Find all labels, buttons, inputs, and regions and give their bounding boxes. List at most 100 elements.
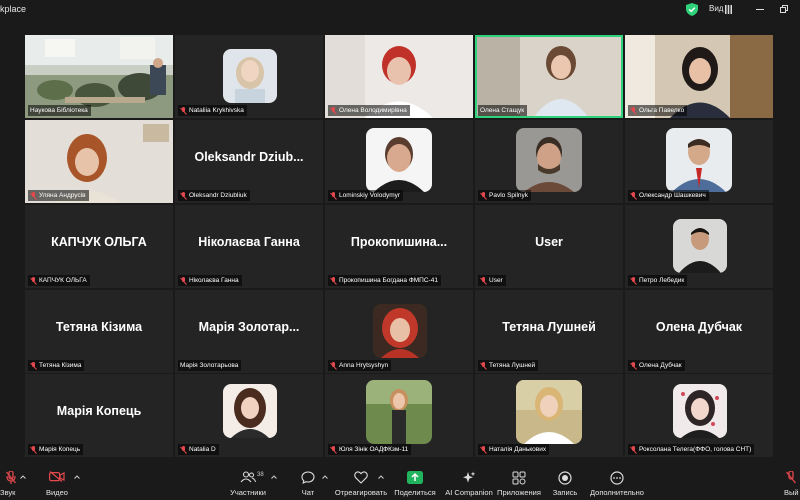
muted-mic-icon [480,191,487,200]
video-tile[interactable]: Марія Копець Марія Копець [25,374,173,457]
avatar [516,128,582,192]
meeting-toolbar: Звук Видео 38 Участники Чат Отреагироват… [0,466,800,500]
view-button[interactable]: Вид [709,4,723,13]
video-tile[interactable]: Олена Володимирівна [325,35,473,118]
audio-button[interactable]: Звук [0,466,20,500]
muted-mic-icon [330,445,337,454]
video-tile[interactable]: Lominskiy Volodymyr [325,120,473,203]
video-tile[interactable]: Наталія Данькових [475,374,623,457]
video-tile[interactable]: Наукова Бібліотека [25,35,173,118]
participants-button[interactable]: 38 Участники [225,466,271,500]
video-tile[interactable]: Pavlo Spilnyk [475,120,623,203]
video-tile[interactable]: Nataliia Krykhivska [175,35,323,118]
chat-icon [301,471,315,484]
grid-view-icon[interactable] [725,5,732,14]
avatar [516,380,582,444]
muted-mic-icon [630,191,637,200]
avatar [666,128,732,192]
muted-mic-icon [480,445,487,454]
apps-button[interactable]: Приложения [497,466,541,500]
video-button[interactable]: Видео [42,466,72,500]
muted-mic-icon [630,361,637,370]
video-tile[interactable]: Natalia D [175,374,323,457]
muted-mic-icon [30,276,37,285]
sparkle-icon [463,471,476,483]
participant-name: Тетяна Кізима [28,360,85,371]
video-tile[interactable]: Тетяна Кізима Тетяна Кізима [25,290,173,373]
video-tile[interactable]: Oleksandr Dziub... Oleksandr Dziubliuk [175,120,323,203]
video-tile[interactable]: User User [475,205,623,288]
participant-name: Pavlo Spilnyk [478,190,532,201]
muted-mic-icon [6,471,16,484]
participant-display-name: User [535,235,563,249]
video-tile[interactable]: Олександр Шашкевич [625,120,773,203]
participant-name: Тетяна Лушней [478,360,539,371]
participant-name: Олександр Шашкевич [628,190,709,201]
heart-icon [354,471,368,484]
video-tile[interactable]: Anna Hrytsyshyn [325,290,473,373]
participant-name: Наталія Данькових [478,444,550,455]
video-tile[interactable]: Олена Дубчак Олена Дубчак [625,290,773,373]
participant-name: Роксолана Телега(ФФО, голова СНТ) [628,444,755,455]
participants-count: 38 [257,472,264,478]
participant-name: Natalia D [178,444,219,455]
participant-name: Ольга Павелко [628,105,688,116]
video-tile[interactable]: Ольга Павелко [625,35,773,118]
muted-mic-icon [330,191,337,200]
avatar [673,219,727,273]
muted-mic-icon [630,445,637,454]
video-tile[interactable]: Тетяна Лушней Тетяна Лушней [475,290,623,373]
video-tile[interactable]: Петро Лебедик [625,205,773,288]
muted-mic-icon [630,106,637,115]
avatar [223,49,277,103]
apps-icon [512,471,526,485]
muted-mic-icon [330,361,337,370]
participant-display-name: Oleksandr Dziub... [194,150,304,164]
minimize-icon[interactable] [756,9,764,10]
video-tile[interactable]: Ніколаєва Ганна Ніколаєва Ганна [175,205,323,288]
participant-display-name: Марія Копець [56,404,142,418]
video-tile[interactable]: Марія Золотар... Марія Золотарьова [175,290,323,373]
muted-mic-icon [180,276,187,285]
video-tile[interactable]: Роксолана Телега(ФФО, голова СНТ) [625,374,773,457]
participant-name: Ніколаєва Ганна [178,275,242,286]
video-off-icon [49,471,65,482]
participant-name: КАПЧУК ОЛЬГА [28,275,90,286]
participant-display-name: КАПЧУК ОЛЬГА [51,235,147,249]
more-icon [610,471,624,485]
muted-mic-icon [480,361,487,370]
audio-options-chevron-icon[interactable] [20,475,26,479]
chat-options-chevron-icon[interactable] [322,475,328,479]
video-options-chevron-icon[interactable] [74,475,80,479]
muted-mic-icon [480,276,487,285]
share-screen-button[interactable]: Поделиться [393,466,437,500]
participant-name: Олена Стащук [478,105,528,116]
participant-display-name: Тетяна Лушней [502,320,596,334]
video-tile[interactable]: КАПЧУК ОЛЬГА КАПЧУК ОЛЬГА [25,205,173,288]
participants-options-chevron-icon[interactable] [271,475,277,479]
restore-icon[interactable] [780,5,788,13]
app-title: kplace [0,4,27,14]
ai-companion-button[interactable]: AI Companion [443,466,495,500]
muted-mic-icon [180,191,187,200]
muted-mic-icon [330,276,337,285]
participant-name: Марія Золотарьова [178,360,242,371]
react-button[interactable]: Отреагировать [334,466,388,500]
avatar [366,128,432,192]
video-tile-active-speaker[interactable]: Олена Стащук [475,35,623,118]
more-button[interactable]: Дополнительно [588,466,646,500]
record-button[interactable]: Запись [550,466,580,500]
leave-button[interactable]: Вый [782,466,800,500]
react-options-chevron-icon[interactable] [378,475,384,479]
title-bar: kplace Вид [0,0,800,20]
video-tile[interactable]: Прокопишина... Прокопишина Богдана ФМПС-… [325,205,473,288]
participant-name: Lominskiy Volodymyr [328,190,404,201]
avatar [673,384,727,438]
participant-name: Олена Володимирівна [328,105,410,116]
chat-button[interactable]: Чат [296,466,320,500]
participant-display-name: Марія Золотар... [198,320,300,334]
shield-check-icon[interactable] [686,3,698,16]
participant-name: Наукова Бібліотека [28,105,91,116]
video-tile[interactable]: Юля Зінік ОАДФКзм-11 [325,374,473,457]
video-tile[interactable]: Уляна Андрусів [25,120,173,203]
